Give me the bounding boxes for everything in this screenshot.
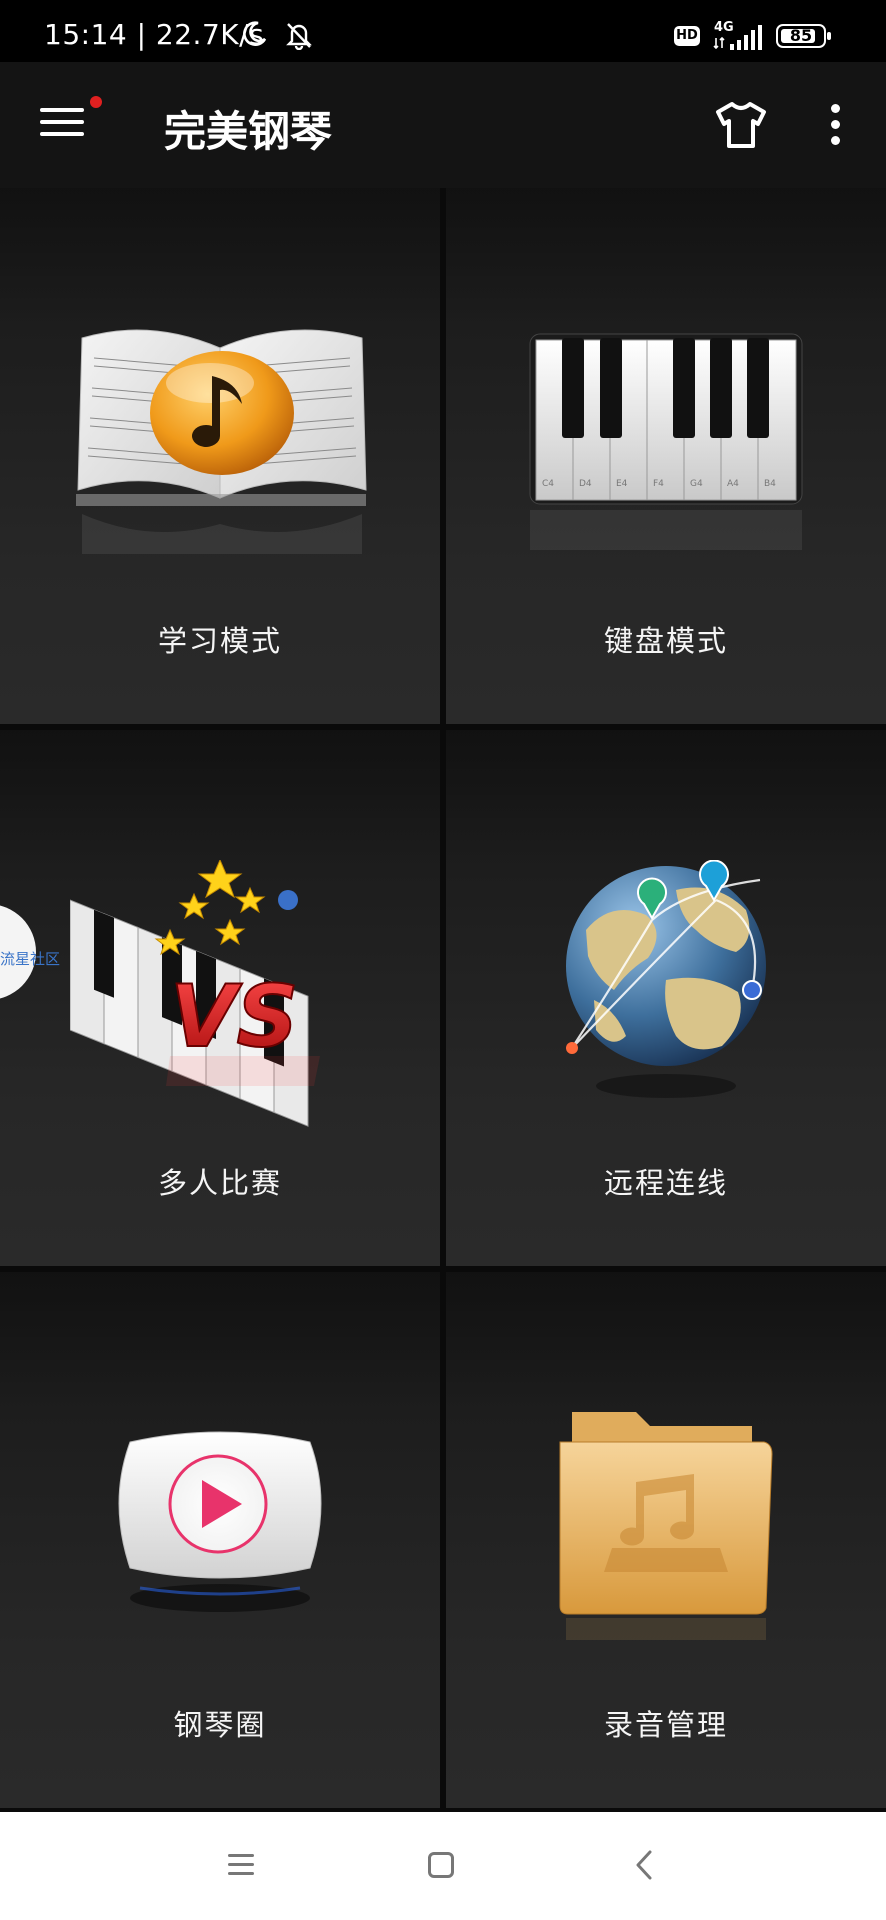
battery-level: 85: [789, 26, 813, 45]
key-label-b4: B4: [764, 479, 776, 489]
nav-home-icon[interactable]: [428, 1852, 454, 1878]
key-label-f4: F4: [653, 479, 664, 489]
mode-grid: 学习模式 C4 D4 E4 F4 G4 A4 B4 键盘模式 VS 多人比赛 远…: [0, 188, 886, 1812]
nav-menu-icon[interactable]: [228, 1852, 256, 1878]
tile-remote-connection[interactable]: 远程连线: [446, 730, 886, 1266]
menu-icon[interactable]: [40, 104, 86, 144]
floating-community-label[interactable]: 流星社区: [0, 948, 60, 969]
tile-label: 键盘模式: [603, 624, 728, 658]
tile-multiplayer[interactable]: VS 多人比赛: [0, 730, 440, 1266]
music-folder-icon: [559, 1412, 773, 1640]
hd-badge: HD: [674, 26, 700, 46]
tile-learning-mode[interactable]: 学习模式: [0, 188, 440, 724]
tile-label: 钢琴圈: [173, 1708, 267, 1742]
tile-label: 多人比赛: [157, 1166, 282, 1200]
overflow-icon[interactable]: [826, 104, 844, 148]
tile-label: 远程连线: [603, 1166, 728, 1200]
nav-back-icon[interactable]: [632, 1848, 656, 1882]
tile-recording-manager[interactable]: 录音管理: [446, 1272, 886, 1808]
tile-label: 录音管理: [603, 1708, 728, 1742]
key-label-c4: C4: [542, 479, 554, 489]
vs-badge: VS: [170, 967, 299, 1067]
status-time: 15:14 | 22.7K/s: [44, 18, 265, 51]
bell-off-icon: [286, 23, 312, 50]
tile-label: 学习模式: [157, 624, 282, 658]
notification-dot: [90, 96, 102, 108]
app-bar: 完美钢琴: [0, 62, 886, 188]
battery-icon: 85: [776, 24, 831, 48]
tile-keyboard-mode[interactable]: C4 D4 E4 F4 G4 A4 B4 键盘模式: [446, 188, 886, 724]
piano-keys-icon: C4 D4 E4 F4 G4 A4 B4: [529, 333, 803, 550]
status-bar: 15:14 | 22.7K/s HD 4G 85: [0, 0, 886, 62]
app-title: 完美钢琴: [164, 107, 333, 156]
moon-icon: [243, 21, 267, 46]
shirt-icon[interactable]: [714, 100, 768, 150]
tile-piano-circle[interactable]: 钢琴圈: [0, 1272, 440, 1808]
key-label-d4: D4: [579, 479, 592, 489]
piano-versus-icon: VS: [70, 860, 320, 1127]
key-label-e4: E4: [616, 479, 628, 489]
globe-network-icon: [566, 860, 766, 1098]
play-video-icon: [118, 1431, 322, 1612]
sheet-music-book-icon: [76, 329, 367, 554]
key-label-a4: A4: [727, 479, 739, 489]
system-nav-bar: [0, 1812, 886, 1920]
signal-icon: [713, 25, 762, 50]
key-label-g4: G4: [690, 479, 703, 489]
